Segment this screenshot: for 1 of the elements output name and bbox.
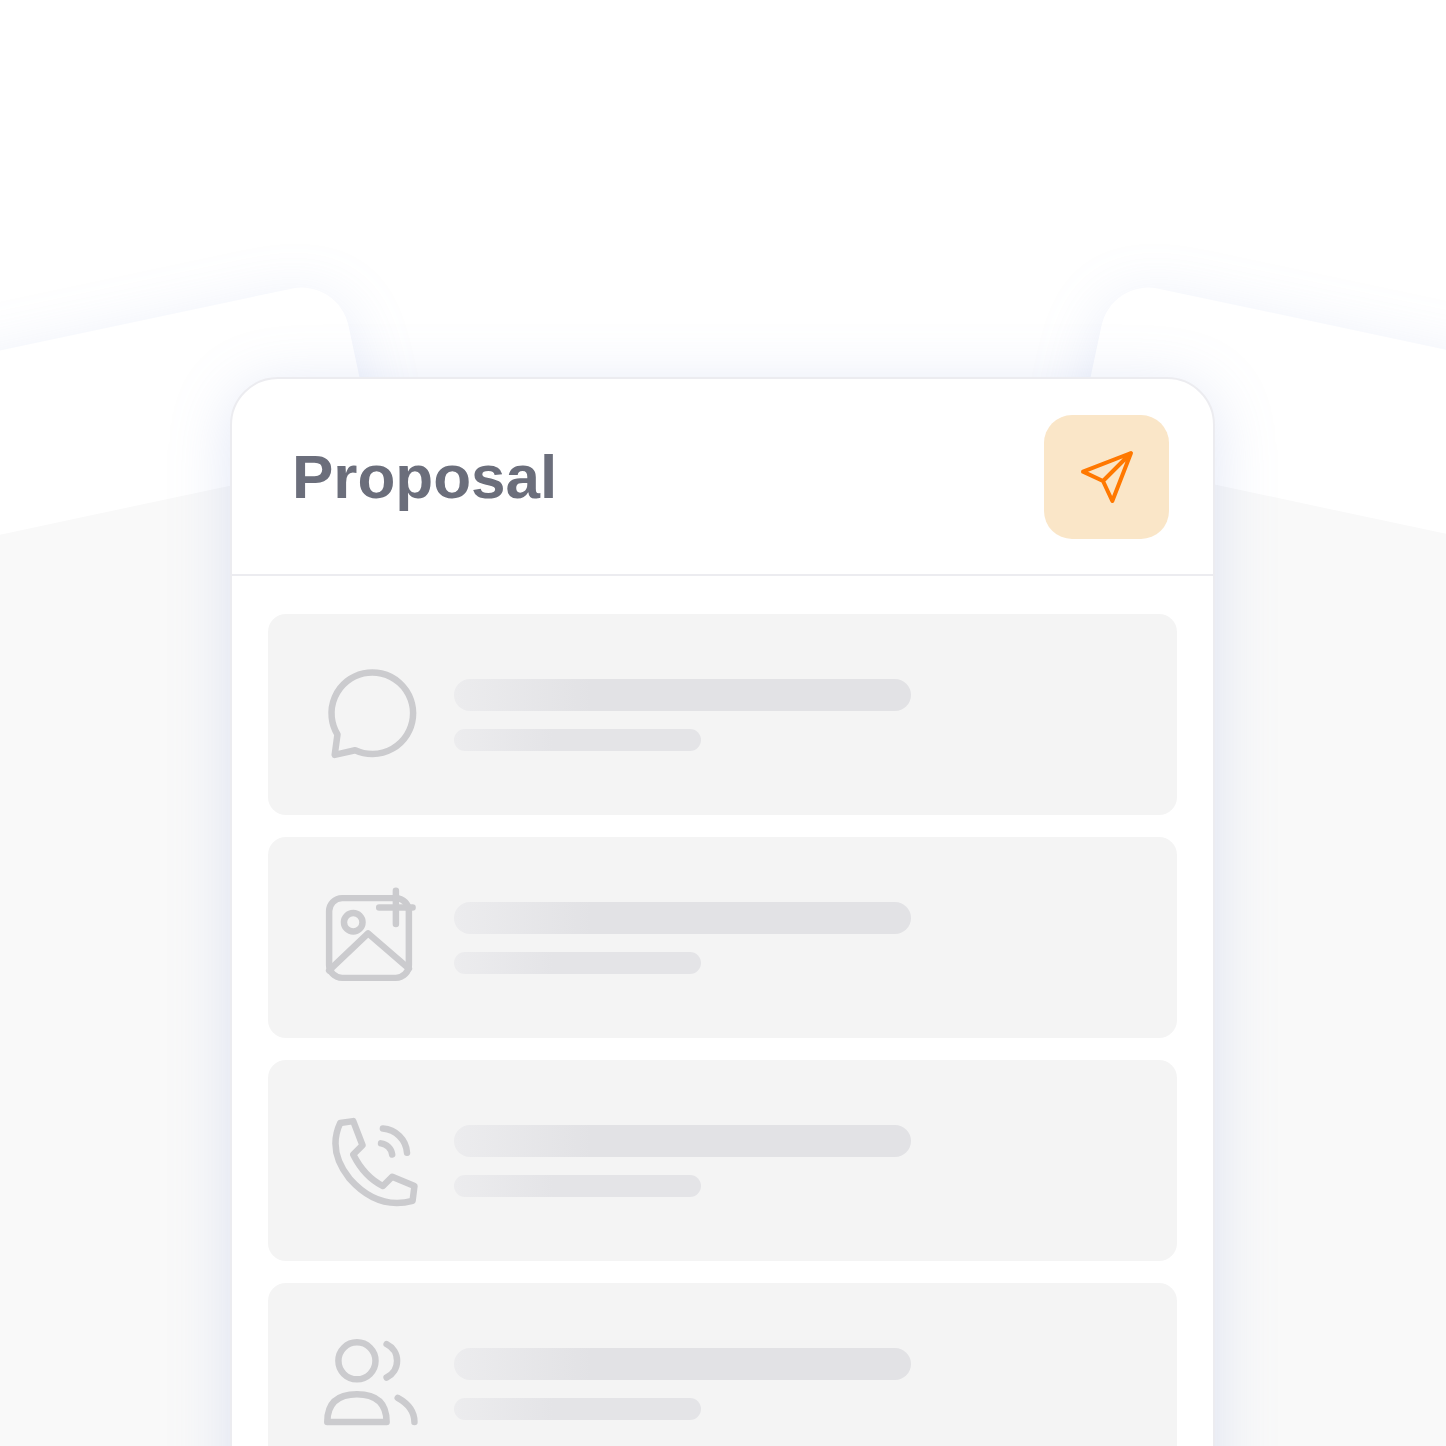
card-title: Proposal <box>292 441 558 512</box>
